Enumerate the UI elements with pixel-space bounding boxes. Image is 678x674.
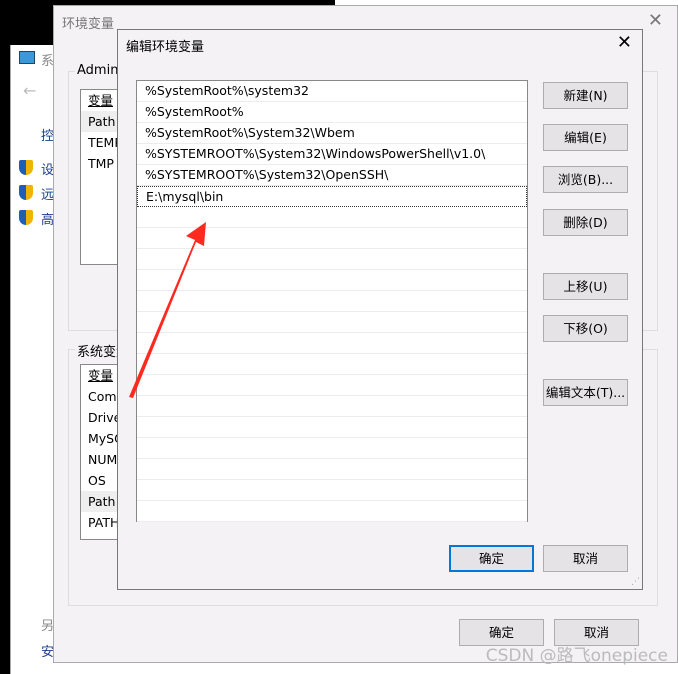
annotation-arrow <box>129 222 206 398</box>
red-arrow-icon <box>129 222 206 398</box>
watermark: CSDN @路飞onepiece <box>485 646 668 666</box>
